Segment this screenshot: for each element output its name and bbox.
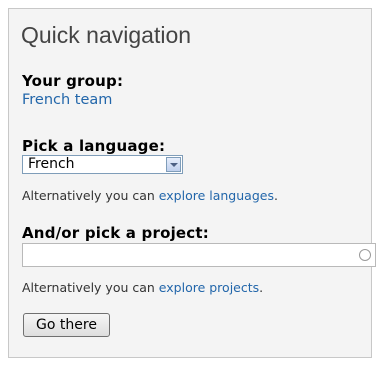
project-heading: And/or pick a project:	[22, 224, 209, 242]
project-hint: Alternatively you can explore projects.	[22, 280, 263, 295]
group-link[interactable]: French team	[22, 92, 112, 108]
loading-indicator-icon	[359, 249, 371, 261]
go-there-button[interactable]: Go there	[23, 313, 110, 337]
language-heading: Pick a language:	[22, 137, 166, 155]
explore-projects-link[interactable]: explore projects	[159, 280, 259, 295]
quick-navigation-panel	[8, 8, 372, 358]
language-hint-text: Alternatively you can	[22, 188, 159, 203]
language-select[interactable]: French	[22, 155, 183, 174]
project-hint-text: Alternatively you can	[22, 280, 159, 295]
project-hint-period: .	[259, 280, 264, 295]
project-input[interactable]	[22, 243, 376, 267]
dropdown-arrow-icon[interactable]	[166, 157, 181, 172]
explore-languages-link[interactable]: explore languages	[159, 188, 274, 203]
language-select-value: French	[28, 156, 75, 172]
group-heading: Your group:	[22, 72, 124, 90]
panel-title: Quick navigation	[21, 22, 192, 48]
language-hint-period: .	[273, 188, 278, 203]
language-hint: Alternatively you can explore languages.	[22, 188, 278, 203]
